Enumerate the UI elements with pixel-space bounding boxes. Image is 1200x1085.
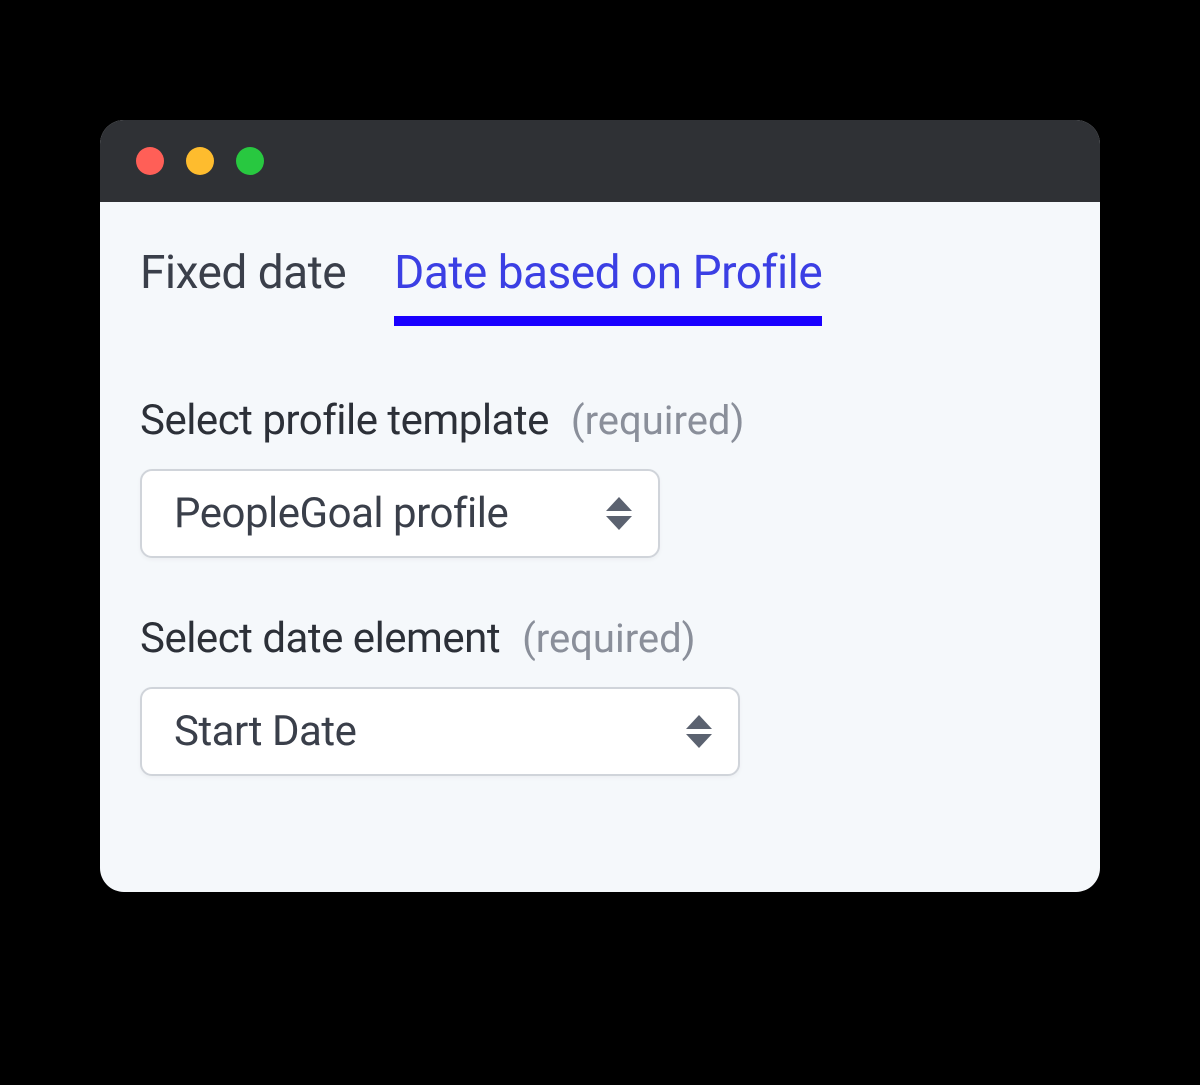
maximize-icon[interactable] [236,147,264,175]
required-text: (required) [522,615,695,662]
tabs: Fixed date Date based on Profile [140,246,1060,326]
window-titlebar [100,120,1100,202]
chevron-sort-icon [686,715,712,748]
chevron-sort-icon [606,497,632,530]
profile-template-select[interactable]: PeopleGoal profile [140,469,660,558]
field-label-row: Select profile template (required) [140,396,1060,445]
field-date-element: Select date element (required) Start Dat… [140,614,1060,776]
tab-fixed-date[interactable]: Fixed date [140,246,346,326]
profile-template-value: PeopleGoal profile [174,489,508,538]
minimize-icon[interactable] [186,147,214,175]
tab-date-based-on-profile[interactable]: Date based on Profile [394,246,822,326]
close-icon[interactable] [136,147,164,175]
field-label-row: Select date element (required) [140,614,1060,663]
field-profile-template: Select profile template (required) Peopl… [140,396,1060,558]
window-content: Fixed date Date based on Profile Select … [100,202,1100,892]
date-element-select[interactable]: Start Date [140,687,740,776]
settings-window: Fixed date Date based on Profile Select … [100,120,1100,892]
date-element-value: Start Date [174,707,356,756]
date-element-label: Select date element [140,614,500,663]
required-text: (required) [571,397,744,444]
profile-template-label: Select profile template [140,396,549,445]
